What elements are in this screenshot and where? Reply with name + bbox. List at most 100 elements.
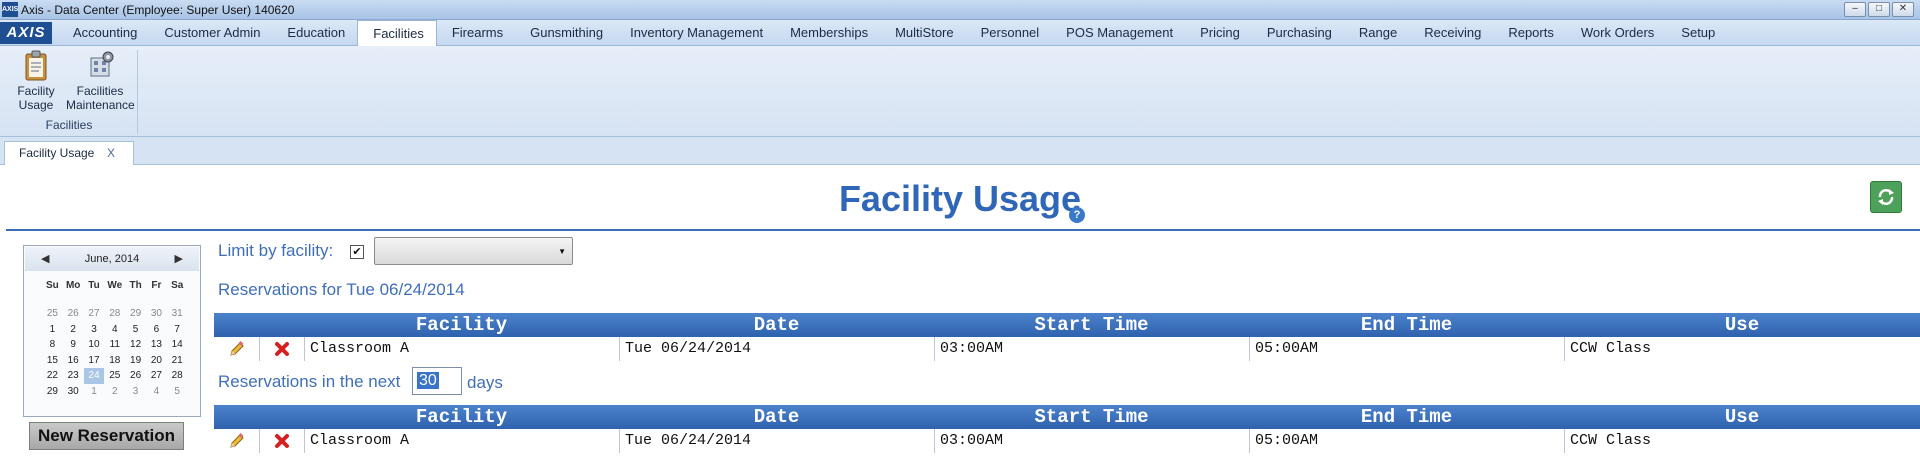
calendar-day[interactable]: 2: [63, 322, 84, 338]
calendar-day[interactable]: 29: [42, 384, 63, 400]
menu-item-personnel[interactable]: Personnel: [966, 20, 1052, 46]
menu-item-firearms[interactable]: Firearms: [437, 20, 515, 46]
menu-item-education[interactable]: Education: [272, 20, 357, 46]
tab-facility-usage[interactable]: Facility Usage X: [4, 141, 134, 165]
tab-close-icon[interactable]: X: [107, 142, 115, 164]
menu-item-memberships[interactable]: Memberships: [775, 20, 880, 46]
calendar-day[interactable]: 3: [84, 322, 105, 338]
edit-button[interactable]: [214, 429, 259, 453]
calendar-day[interactable]: 20: [146, 353, 167, 369]
calendar-day[interactable]: 28: [167, 368, 188, 384]
column-header-facility[interactable]: Facility: [304, 405, 619, 429]
calendar-day[interactable]: 27: [84, 306, 105, 322]
calendar-day[interactable]: 9: [63, 337, 84, 353]
calendar-day[interactable]: 11: [104, 337, 125, 353]
cell-date: Tue 06/24/2014: [619, 337, 934, 361]
calendar-day[interactable]: 18: [104, 353, 125, 369]
facilities-maintenance-button[interactable]: Facilities Maintenance: [66, 50, 135, 116]
refresh-button[interactable]: [1870, 181, 1902, 213]
menu-item-facilities[interactable]: Facilities: [357, 20, 437, 46]
new-reservation-button[interactable]: New Reservation: [29, 422, 184, 450]
menu-item-pos-management[interactable]: POS Management: [1051, 20, 1185, 46]
next-month-icon[interactable]: ▶: [175, 252, 183, 265]
column-header-facility[interactable]: Facility: [304, 313, 619, 337]
calendar-day[interactable]: 26: [125, 368, 146, 384]
weekday-label: Fr: [151, 280, 162, 291]
facilities-maintenance-label-2: Maintenance: [66, 98, 135, 112]
calendar-month[interactable]: June, 2014: [25, 253, 199, 265]
column-header-end-time[interactable]: End Time: [1249, 405, 1564, 429]
menu-item-gunsmithing[interactable]: Gunsmithing: [515, 20, 615, 46]
calendar-day[interactable]: 27: [146, 368, 167, 384]
calendar-day[interactable]: 31: [167, 306, 188, 322]
menu-item-customer-admin[interactable]: Customer Admin: [149, 20, 272, 46]
calendar-day[interactable]: 4: [146, 384, 167, 400]
calendar-day[interactable]: 1: [84, 384, 105, 400]
calendar-day[interactable]: 26: [63, 306, 84, 322]
days-input[interactable]: 30: [412, 367, 462, 395]
menu-item-reports[interactable]: Reports: [1493, 20, 1566, 46]
calendar-day[interactable]: 1: [42, 322, 63, 338]
calendar-day[interactable]: 28: [104, 306, 125, 322]
edit-button[interactable]: [214, 337, 259, 361]
calendar-day[interactable]: 12: [125, 337, 146, 353]
column-header-end-time[interactable]: End Time: [1249, 313, 1564, 337]
maximize-button[interactable]: □: [1868, 2, 1890, 17]
calendar-day[interactable]: 2: [104, 384, 125, 400]
menu-item-purchasing[interactable]: Purchasing: [1252, 20, 1344, 46]
menu-item-setup[interactable]: Setup: [1666, 20, 1727, 46]
column-header-use[interactable]: Use: [1564, 313, 1920, 337]
delete-button[interactable]: [259, 429, 304, 453]
menu-item-multistore[interactable]: MultiStore: [880, 20, 966, 46]
facility-usage-button[interactable]: Facility Usage: [4, 50, 68, 116]
calendar-day[interactable]: 19: [125, 353, 146, 369]
calendar-day[interactable]: 23: [63, 368, 84, 384]
table-row[interactable]: Classroom A Tue 06/24/2014 03:00AM 05:00AM C…: [214, 429, 1920, 453]
calendar-day[interactable]: 29: [125, 306, 146, 322]
calendar-day[interactable]: 14: [167, 337, 188, 353]
calendar-day[interactable]: 5: [167, 384, 188, 400]
calendar-day[interactable]: 3: [125, 384, 146, 400]
menu-item-pricing[interactable]: Pricing: [1185, 20, 1252, 46]
calendar-day[interactable]: 17: [84, 353, 105, 369]
app-logo-icon: AXIS: [2, 2, 18, 17]
table-row[interactable]: Classroom A Tue 06/24/2014 03:00AM 05:00AM C…: [214, 337, 1920, 361]
calendar-day[interactable]: 21: [167, 353, 188, 369]
limit-by-facility-checkbox[interactable]: ✔: [350, 245, 364, 259]
calendar-day[interactable]: 16: [63, 353, 84, 369]
menu-item-accounting[interactable]: Accounting: [58, 20, 149, 46]
column-header-start-time[interactable]: Start Time: [934, 405, 1249, 429]
calendar-day[interactable]: 30: [63, 384, 84, 400]
calendar-day[interactable]: 30: [146, 306, 167, 322]
menu-item-work-orders[interactable]: Work Orders: [1566, 20, 1666, 46]
calendar-day[interactable]: 7: [167, 322, 188, 338]
delete-button[interactable]: [259, 337, 304, 361]
column-header-start-time[interactable]: Start Time: [934, 313, 1249, 337]
calendar-week: 29 30 1 2 3 4 5: [42, 384, 190, 400]
limit-by-facility-label: Limit by facility:: [218, 241, 334, 260]
close-button[interactable]: ✕: [1892, 2, 1914, 17]
menu-item-inventory-management[interactable]: Inventory Management: [615, 20, 775, 46]
calendar-day[interactable]: 8: [42, 337, 63, 353]
help-icon[interactable]: ?: [1069, 207, 1085, 223]
calendar-day[interactable]: 22: [42, 368, 63, 384]
calendar-day[interactable]: 4: [104, 322, 125, 338]
weekday-label: Mo: [65, 280, 81, 291]
calendar-day[interactable]: 6: [146, 322, 167, 338]
calendar-day[interactable]: 15: [42, 353, 63, 369]
calendar-day[interactable]: 25: [104, 368, 125, 384]
menu-item-range[interactable]: Range: [1344, 20, 1409, 46]
column-header-use[interactable]: Use: [1564, 405, 1920, 429]
calendar-day[interactable]: 5: [125, 322, 146, 338]
calendar-day-selected[interactable]: 24: [83, 368, 105, 384]
axis-logo[interactable]: AXIS: [0, 22, 52, 44]
column-header-date[interactable]: Date: [619, 405, 934, 429]
calendar-day[interactable]: 13: [146, 337, 167, 353]
calendar-day[interactable]: 25: [42, 306, 63, 322]
menu-item-receiving[interactable]: Receiving: [1409, 20, 1493, 46]
column-header-date[interactable]: Date: [619, 313, 934, 337]
calendar-day[interactable]: 10: [84, 337, 105, 353]
facility-select[interactable]: ▼: [374, 237, 573, 265]
weekday-label: Sa: [171, 280, 184, 291]
minimize-button[interactable]: –: [1844, 2, 1866, 17]
